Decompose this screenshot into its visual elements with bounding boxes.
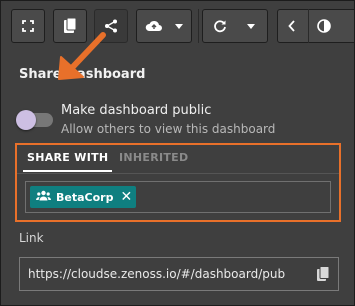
toolbar-divider (198, 9, 199, 43)
caret-down-icon (247, 23, 255, 29)
toggle-knob (16, 110, 36, 130)
link-value[interactable]: https://cloudse.zenoss.io/#/dashboard/pu… (28, 267, 300, 281)
time-range-control[interactable] (277, 9, 354, 43)
make-public-label: Make dashboard public (61, 103, 212, 118)
make-public-toggle[interactable] (16, 110, 53, 130)
toolbar-divider (308, 9, 309, 43)
window-frame: Share Dashboard Make dashboard public Al… (0, 0, 355, 306)
share-tabs: SHARE WITH INHERITED (17, 145, 339, 174)
make-public-description: Allow others to view this dashboard (61, 122, 276, 136)
fullscreen-button[interactable] (11, 9, 45, 43)
annotation-arrow-icon (53, 29, 113, 85)
link-field[interactable]: https://cloudse.zenoss.io/#/dashboard/pu… (19, 257, 339, 291)
share-dashboard-panel: Share Dashboard Make dashboard public Al… (1, 53, 354, 305)
remove-chip-icon[interactable]: ✕ (120, 190, 132, 204)
refresh-dropdown[interactable] (202, 9, 268, 43)
copy-icon[interactable] (316, 266, 330, 286)
link-label: Link (19, 231, 44, 245)
refresh-icon (213, 19, 227, 33)
caret-down-icon (175, 23, 183, 29)
shared-group-chip[interactable]: BetaCorp ✕ (30, 186, 137, 208)
group-icon (35, 190, 52, 204)
clock-icon (317, 19, 331, 33)
fullscreen-icon (22, 20, 34, 32)
share-with-input[interactable]: BetaCorp ✕ (25, 181, 331, 213)
chip-label: BetaCorp (56, 190, 114, 204)
tab-share-with[interactable]: SHARE WITH (22, 151, 113, 172)
chevron-left-icon[interactable] (288, 20, 296, 32)
cloud-save-dropdown[interactable] (136, 9, 192, 43)
share-with-section: SHARE WITH INHERITED BetaCorp ✕ (15, 143, 341, 222)
tab-inherited[interactable]: INHERITED (119, 151, 188, 164)
cloud-upload-icon (145, 19, 163, 33)
